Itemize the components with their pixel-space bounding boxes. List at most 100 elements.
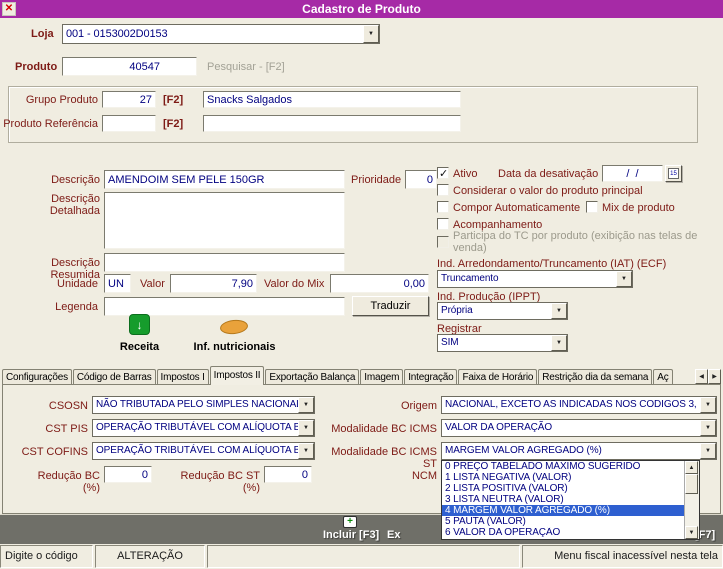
- chevron-down-icon[interactable]: ▼: [700, 420, 716, 436]
- cst-pis-select[interactable]: OPERAÇÃO TRIBUTÁVEL COM ALÍQUOTA BÁSICA …: [92, 419, 315, 437]
- cst-cofins-select[interactable]: OPERAÇÃO TRIBUTÁVEL COM ALÍQUOTA BÁSICA …: [92, 442, 315, 460]
- tab-impostos-ii[interactable]: Impostos II: [209, 366, 265, 385]
- descricao-label: Descrição: [51, 174, 100, 186]
- calendar-icon: 15: [668, 168, 679, 179]
- dropdown-list-item[interactable]: 6 VALOR DA OPERAÇÃO: [442, 527, 684, 538]
- unidade-input[interactable]: [104, 274, 131, 293]
- receita-icon[interactable]: ↓: [129, 314, 150, 335]
- produto-referencia-name-input[interactable]: [203, 115, 461, 132]
- status-spacer: [207, 545, 520, 568]
- modalidade-bc-icms-value: VALOR DA OPERAÇÃO: [445, 422, 553, 433]
- valor-input[interactable]: [170, 274, 257, 293]
- produto-label: Produto: [15, 61, 58, 73]
- chevron-down-icon[interactable]: ▼: [298, 420, 314, 436]
- tab-integracao[interactable]: Integração: [404, 369, 458, 385]
- reducao-bc-label: Redução BC (%): [37, 470, 100, 494]
- tab-imagem[interactable]: Imagem: [360, 369, 404, 385]
- compor-automaticamente-label: Compor Automaticamente: [453, 202, 581, 214]
- grupo-produto-name-input[interactable]: [203, 91, 461, 108]
- tab-scroll-left-icon[interactable]: ◀: [695, 369, 708, 384]
- ativo-checkbox[interactable]: ✓: [437, 167, 449, 180]
- produto-referencia-code-input[interactable]: [102, 115, 156, 132]
- csosn-value: NÃO TRIBUTADA PELO SIMPLES NACIONAL: [96, 399, 298, 410]
- incluir-button[interactable]: Incluir [F3]: [323, 529, 379, 541]
- acompanhamento-checkbox[interactable]: ✓: [437, 218, 449, 230]
- tab-scroll-right-icon[interactable]: ▶: [708, 369, 721, 384]
- data-desativacao-label: Data da desativação: [498, 168, 599, 180]
- participa-tc-checkbox: ✓: [437, 236, 449, 248]
- modalidade-bc-icms-select[interactable]: VALOR DA OPERAÇÃO ▼: [441, 419, 717, 437]
- tab-restricao-dia-da-semana[interactable]: Restrição dia da semana: [538, 369, 653, 385]
- grupo-produto-code-input[interactable]: [102, 91, 156, 108]
- ippt-value: Própria: [441, 305, 473, 316]
- dropdown-scrollbar[interactable]: ▲ ▼: [684, 461, 699, 539]
- tab-impostos-i[interactable]: Impostos I: [156, 369, 209, 385]
- traduzir-button[interactable]: Traduzir: [352, 296, 429, 316]
- iat-select[interactable]: Truncamento ▼: [437, 270, 633, 288]
- chevron-down-icon[interactable]: ▼: [551, 303, 567, 319]
- chevron-down-icon[interactable]: ▼: [616, 271, 632, 287]
- produto-referencia-label: Produto Referência: [3, 118, 98, 130]
- check-icon: ✓: [439, 168, 449, 180]
- valor-label: Valor: [140, 278, 165, 290]
- ncm-label: NCM: [411, 470, 437, 482]
- cst-pis-value: OPERAÇÃO TRIBUTÁVEL COM ALÍQUOTA BÁSICA: [96, 422, 298, 433]
- dropdown-list-item[interactable]: 5 PAUTA (VALOR): [442, 516, 684, 527]
- tab-acoes[interactable]: Aç: [653, 369, 673, 385]
- tab-exportacao-balanca[interactable]: Exportação Balança: [265, 369, 360, 385]
- chevron-down-icon[interactable]: ▼: [551, 335, 567, 351]
- reducao-bc-st-input[interactable]: [264, 466, 312, 483]
- ativo-label: Ativo: [453, 168, 478, 180]
- csosn-select[interactable]: NÃO TRIBUTADA PELO SIMPLES NACIONAL ▼: [92, 396, 315, 414]
- incluir-icon[interactable]: +: [343, 516, 357, 528]
- prioridade-input[interactable]: [405, 170, 437, 189]
- scrollbar-thumb[interactable]: [685, 474, 698, 494]
- tab-configuracoes[interactable]: Configurações: [2, 369, 72, 385]
- tab-codigo-de-barras[interactable]: Código de Barras: [72, 369, 156, 385]
- compor-automaticamente-checkbox[interactable]: ✓: [437, 201, 449, 213]
- modalidade-bc-icms-st-select[interactable]: MARGEM VALOR AGREGADO (%) ▼: [441, 442, 717, 460]
- chevron-down-icon[interactable]: ▼: [700, 397, 716, 413]
- considerar-valor-checkbox[interactable]: ✓: [437, 184, 449, 196]
- modalidade-bc-icms-label: Modalidade BC ICMS: [331, 423, 437, 435]
- prioridade-label: Prioridade: [351, 174, 402, 186]
- origem-select[interactable]: NACIONAL, EXCETO AS INDICADAS NOS CODIGO…: [441, 396, 717, 414]
- close-icon[interactable]: ✕: [2, 2, 16, 16]
- unidade-label: Unidade: [57, 278, 98, 290]
- reducao-bc-input[interactable]: [104, 466, 152, 483]
- chevron-down-icon[interactable]: ▼: [298, 397, 314, 413]
- chevron-down-icon[interactable]: ▼: [298, 443, 314, 459]
- cst-cofins-value: OPERAÇÃO TRIBUTÁVEL COM ALÍQUOTA BÁSICA: [96, 445, 298, 456]
- valor-do-mix-input[interactable]: [330, 274, 429, 293]
- produto-input[interactable]: [62, 57, 197, 76]
- dropdown-list-item[interactable]: 3 LISTA NEUTRA (VALOR): [442, 494, 684, 505]
- chevron-down-icon[interactable]: ▼: [700, 443, 716, 459]
- status-right: Menu fiscal inacessível nesta tela: [522, 545, 723, 568]
- scroll-up-icon[interactable]: ▲: [685, 461, 698, 474]
- inf-nutricionais-icon[interactable]: [219, 318, 249, 336]
- registrar-select[interactable]: SIM ▼: [437, 334, 568, 352]
- grupo-f2-label: [F2]: [163, 94, 184, 106]
- dropdown-list-item[interactable]: 4 MARGEM VALOR AGREGADO (%): [442, 505, 684, 516]
- origem-value: NACIONAL, EXCETO AS INDICADAS NOS CODIGO…: [445, 399, 697, 410]
- referencia-f2-label: [F2]: [163, 118, 184, 130]
- descricao-input[interactable]: [104, 170, 345, 189]
- valor-do-mix-label: Valor do Mix: [264, 278, 325, 290]
- mix-de-produto-checkbox[interactable]: ✓: [586, 201, 598, 213]
- data-desativacao-input[interactable]: [602, 165, 663, 182]
- descricao-detalhada-textarea[interactable]: [104, 192, 345, 249]
- tab-faixa-de-horario[interactable]: Faixa de Horário: [458, 369, 538, 385]
- dropdown-list-item[interactable]: 1 LISTA NEGATIVA (VALOR): [442, 472, 684, 483]
- dropdown-list-item[interactable]: 2 LISTA POSITIVA (VALOR): [442, 483, 684, 494]
- calendar-button[interactable]: 15: [665, 165, 682, 182]
- status-mode-badge: ALTERAÇÃO: [95, 545, 205, 568]
- excluir-button-fragment[interactable]: Ex: [387, 529, 400, 541]
- scroll-down-icon[interactable]: ▼: [685, 526, 698, 539]
- ippt-select[interactable]: Própria ▼: [437, 302, 568, 320]
- dropdown-list-item[interactable]: 0 PREÇO TABELADO MÁXIMO SUGERIDO: [442, 461, 684, 472]
- loja-select[interactable]: 001 - 0153002D0153 ▼: [62, 24, 380, 44]
- origem-label: Origem: [400, 400, 437, 412]
- legenda-label: Legenda: [55, 301, 98, 313]
- chevron-down-icon[interactable]: ▼: [363, 25, 379, 43]
- descricao-resumida-input[interactable]: [104, 253, 345, 272]
